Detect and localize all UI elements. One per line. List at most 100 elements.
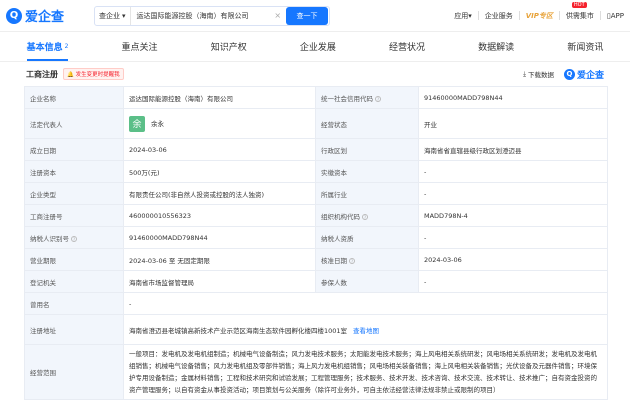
- tab-count: 2: [64, 43, 69, 50]
- help-icon[interactable]: ?: [362, 213, 368, 220]
- tab-label: 基本信息: [26, 43, 63, 53]
- nav-enterprise-service[interactable]: 企业服务: [485, 11, 513, 21]
- tax-qualification: -: [418, 226, 608, 249]
- download-data-button[interactable]: ⤓ 下载数据: [523, 69, 554, 80]
- cell-label: 企业类型: [24, 182, 124, 205]
- nav-app-dl-label: APP: [610, 11, 624, 20]
- legal-rep-name[interactable]: 余永: [151, 120, 164, 128]
- table-row: 经营范围 一般项目：发电机及发电机组制造；机械电气设备制造；风力发电技术服务；太…: [24, 344, 608, 400]
- table-row: 注册资本 500万(元) 实缴资本 -: [24, 160, 608, 183]
- search-scope-select[interactable]: 查企业 ▾: [95, 6, 131, 25]
- cell-label: 经营状态: [315, 108, 419, 139]
- table-row: 注册地址 海南省澄迈县老城镇高新技术产业示范区海南生态软件园孵化楼四楼1001室…: [24, 314, 608, 345]
- table-row: 法定代表人 余余永 经营状态 开业: [24, 108, 608, 139]
- divider: [558, 11, 560, 20]
- nav-supply-market[interactable]: HOT 供需集市: [565, 1, 594, 21]
- tab-news[interactable]: 新闻资讯: [567, 32, 603, 61]
- change-alert-label: 发生变更时提醒我: [75, 72, 120, 78]
- divider: [518, 11, 520, 20]
- logo[interactable]: Q 爱企查: [6, 6, 64, 25]
- region-value: 海南省省直辖县级行政区划澄迈县: [418, 138, 608, 161]
- table-row: 成立日期 2024-03-06 行政区划 海南省省直辖县级行政区划澄迈县: [24, 138, 608, 161]
- clear-icon[interactable]: ×: [274, 11, 285, 20]
- founded-date: 2024-03-06: [123, 138, 316, 161]
- help-icon[interactable]: ?: [375, 95, 381, 102]
- nav-app-label: 应用: [454, 11, 469, 20]
- bell-icon: 🔔: [67, 72, 74, 78]
- help-icon[interactable]: ?: [71, 235, 77, 242]
- table-row: 营业期限 2024-03-06 至 无固定期限 核准日期? 2024-03-06: [24, 248, 608, 271]
- tab-basic-info[interactable]: 基本信息 2: [26, 32, 69, 61]
- view-map-link[interactable]: 查看地图: [353, 327, 379, 335]
- brand-watermark: Q 爱企查: [563, 68, 604, 81]
- brand-text: 爱企查: [576, 70, 604, 81]
- chevron-down-icon: ▾: [468, 11, 472, 20]
- chevron-down-icon: ▾: [122, 11, 126, 20]
- taxpayer-label: 纳税人识别号: [30, 234, 69, 243]
- cell-label: 核准日期?: [315, 248, 419, 271]
- cell-label: 工商注册号: [24, 204, 124, 227]
- cell-label: 营业期限: [24, 248, 124, 271]
- nav-vip[interactable]: VIP专区: [526, 11, 553, 21]
- table-row: 纳税人识别号? 91460000MADD798N44 纳税人资质 -: [24, 226, 608, 249]
- nav-app-download[interactable]: ▯APP: [607, 12, 624, 20]
- approve-date: 2024-03-06: [418, 248, 608, 271]
- cell-label: 注册地址: [24, 314, 124, 345]
- reg-capital: 500万(元): [123, 160, 316, 183]
- paid-capital: -: [418, 160, 608, 183]
- top-nav: 应用▾ 企业服务 VIP专区 HOT 供需集市 ▯APP: [454, 1, 624, 21]
- help-icon[interactable]: ?: [349, 257, 355, 264]
- registration-table: 企业名称 运达国际能源控股（海南）有限公司 统一社会信用代码? 91460000…: [24, 86, 608, 400]
- tab-bar: 基本信息 2 重点关注 知识产权 企业发展 经营状况 数据解读 新闻资讯: [0, 32, 630, 62]
- reg-number: 460000010556323: [123, 204, 316, 227]
- tab-operations[interactable]: 经营状况: [389, 32, 425, 61]
- logo-text: 爱企查: [25, 10, 65, 25]
- cell-label: 注册资本: [24, 160, 124, 183]
- tab-label: 新闻资讯: [567, 43, 604, 53]
- address-cell: 海南省澄迈县老城镇高新技术产业示范区海南生态软件园孵化楼四楼1001室 查看地图: [123, 314, 608, 345]
- hot-badge: HOT: [571, 1, 587, 8]
- tab-label: 知识产权: [210, 43, 247, 53]
- brand-logo-icon: Q: [563, 68, 575, 80]
- cell-label: 登记机关: [24, 270, 124, 293]
- section-title: 工商注册: [26, 69, 58, 79]
- company-name: 运达国际能源控股（海南）有限公司: [123, 86, 316, 109]
- reg-authority: 海南省市场监督管理局: [123, 270, 316, 293]
- search-input[interactable]: 运达国际能源控股（海南）有限公司: [131, 11, 275, 21]
- avatar: 余: [129, 115, 145, 132]
- cell-label: 行政区划: [315, 138, 419, 161]
- tab-label: 重点关注: [121, 43, 158, 53]
- tab-key-focus[interactable]: 重点关注: [122, 32, 158, 61]
- cell-label: 组织机构代码?: [315, 204, 419, 227]
- cell-label: 实缴资本: [315, 160, 419, 183]
- download-label: 下载数据: [527, 71, 554, 79]
- approve-label: 核准日期: [321, 256, 347, 265]
- search-button[interactable]: 查一下: [286, 6, 329, 25]
- business-scope: 一般项目：发电机及发电机组制造；机械电气设备制造；风力发电技术服务；太阳能发电技…: [123, 344, 608, 400]
- tab-label: 企业发展: [299, 43, 336, 53]
- top-bar: Q 爱企查 查企业 ▾ 运达国际能源控股（海南）有限公司 × 查一下 应用▾ 企业…: [0, 0, 630, 32]
- section-header: 工商注册 🔔 发生变更时提醒我 ⤓ 下载数据 Q 爱企查: [0, 62, 630, 86]
- cell-label: 成立日期: [24, 138, 124, 161]
- nav-app[interactable]: 应用▾: [454, 11, 472, 21]
- cell-label: 法定代表人: [24, 108, 124, 139]
- search-scope-label: 查企业: [99, 11, 121, 20]
- tab-label: 经营状况: [389, 43, 426, 53]
- nav-supply-label: 供需集市: [565, 11, 594, 20]
- table-row: 工商注册号 460000010556323 组织机构代码? MADD798N-4: [24, 204, 608, 227]
- divider: [599, 11, 601, 20]
- table-row: 企业类型 有限责任公司(非自然人投资或控股的法人独资) 所属行业 -: [24, 182, 608, 205]
- tab-ip[interactable]: 知识产权: [211, 32, 247, 61]
- change-alert-button[interactable]: 🔔 发生变更时提醒我: [63, 68, 124, 80]
- cell-label: 所属行业: [315, 182, 419, 205]
- status-value: 开业: [418, 108, 608, 139]
- logo-mark-icon: Q: [6, 7, 22, 24]
- company-type: 有限责任公司(非自然人投资或控股的法人独资): [123, 182, 316, 205]
- cell-label: 经营范围: [24, 344, 124, 400]
- business-period: 2024-03-06 至 无固定期限: [123, 248, 316, 271]
- tab-data-insight[interactable]: 数据解读: [478, 32, 514, 61]
- taxpayer-id: 91460000MADD798N44: [123, 226, 316, 249]
- search-box: 查企业 ▾ 运达国际能源控股（海南）有限公司 × 查一下: [94, 5, 331, 26]
- download-icon: ⤓: [523, 69, 526, 78]
- tab-development[interactable]: 企业发展: [300, 32, 336, 61]
